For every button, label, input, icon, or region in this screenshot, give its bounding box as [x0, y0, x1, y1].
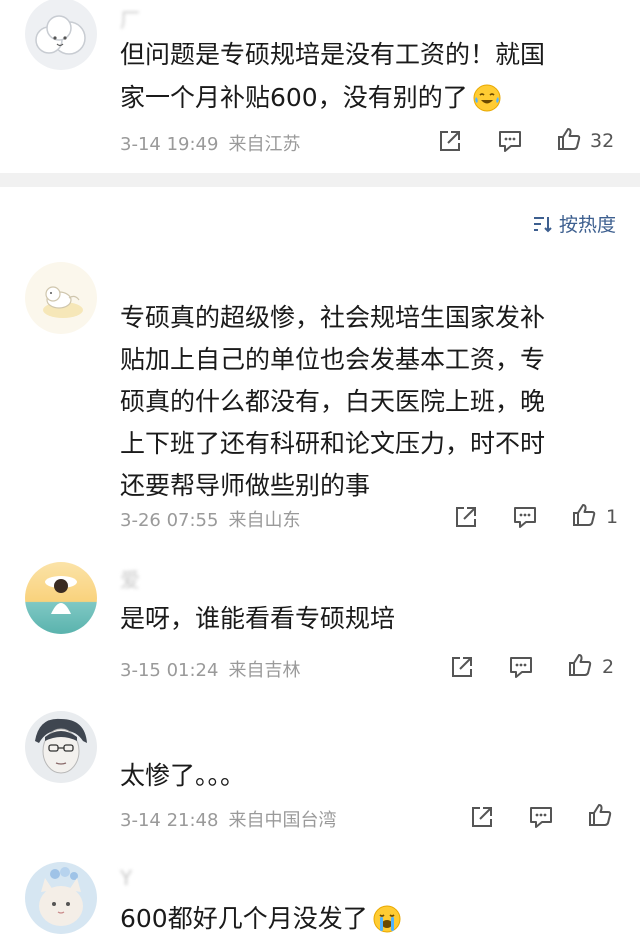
thumbs-up-icon[interactable]	[586, 801, 614, 829]
share-icon[interactable]	[448, 653, 476, 681]
comment-text-line: 还要帮导师做些别的事	[120, 471, 371, 500]
comment-text-line: 但问题是专硕规培是没有工资的！就国	[120, 40, 546, 69]
like-count: 32	[590, 130, 615, 152]
comment-icon[interactable]	[511, 503, 539, 531]
loudly-crying-emoji	[373, 905, 401, 933]
location: 来自山东	[228, 510, 301, 531]
timestamp: 3-14 21:48	[120, 810, 219, 831]
share-icon[interactable]	[468, 803, 496, 831]
comment-feed: 厂 但问题是专硕规培是没有工资的！就国 家一个月补贴600，没有别的了 3-14…	[0, 0, 640, 947]
username[interactable]: 厂	[120, 4, 140, 33]
timestamp: 3-26 07:55	[120, 510, 219, 531]
comment-text-line: 家一个月补贴600，没有别的了	[120, 76, 610, 119]
comment-text: 是呀，谁能看看专硕规培	[120, 598, 610, 640]
like-count: 1	[606, 506, 619, 528]
comment-text-line: 600都好几个月没发了	[120, 897, 610, 940]
comment-icon[interactable]	[527, 803, 555, 831]
share-icon[interactable]	[436, 127, 464, 155]
location: 来自中国台湾	[228, 810, 337, 831]
comment-text-line: 贴加上自己的单位也会发基本工资，专	[120, 345, 546, 374]
comment-text-line: 专硕真的超级惨，社会规培生国家发补	[120, 303, 546, 332]
like-count: 2	[602, 656, 615, 678]
comment-meta: 3-14 21:48 来自中国台湾	[120, 806, 336, 832]
avatar[interactable]	[25, 711, 97, 783]
comment-meta: 3-26 07:55 来自山东	[120, 506, 300, 532]
sort-label: 按热度	[558, 214, 616, 236]
comment-text: 但问题是专硕规培是没有工资的！就国 家一个月补贴600，没有别的了	[120, 34, 610, 119]
sort-icon	[533, 216, 552, 232]
comment-icon[interactable]	[507, 653, 535, 681]
comment-meta: 3-15 01:24 来自吉林	[120, 656, 300, 682]
thumbs-up-icon[interactable]	[555, 125, 583, 153]
thumbs-up-icon[interactable]	[570, 501, 598, 529]
location: 来自江苏	[228, 134, 301, 155]
avatar[interactable]	[25, 262, 97, 334]
comment-text: 专硕真的超级惨，社会规培生国家发补 贴加上自己的单位也会发基本工资，专 硕真的什…	[120, 297, 610, 507]
section-divider	[0, 173, 640, 187]
thumbs-up-icon[interactable]	[566, 651, 594, 679]
avatar[interactable]	[25, 0, 97, 70]
comment-text-line: 硕真的什么都没有，白天医院上班，晚	[120, 387, 546, 416]
location: 来自吉林	[228, 660, 301, 681]
share-icon[interactable]	[452, 503, 480, 531]
avatar[interactable]	[25, 562, 97, 634]
username[interactable]: Y	[120, 866, 132, 890]
comment-text-line: 是呀，谁能看看专硕规培	[120, 604, 396, 633]
comment-meta: 3-14 19:49 来自江苏	[120, 130, 300, 156]
comment-text-line: 太惨了。。。	[120, 761, 246, 790]
comment-text: 600都好几个月没发了	[120, 897, 610, 940]
comment-icon[interactable]	[496, 127, 524, 155]
crying-laughing-emoji	[473, 84, 501, 112]
avatar[interactable]	[25, 862, 97, 934]
username[interactable]: 爱	[120, 564, 140, 593]
timestamp: 3-15 01:24	[120, 660, 219, 681]
sort-toggle[interactable]: 按热度	[531, 210, 616, 237]
timestamp: 3-14 19:49	[120, 134, 219, 155]
comment-text: 太惨了。。。	[120, 755, 610, 797]
comment-text-line: 上下班了还有科研和论文压力，时不时	[120, 429, 546, 458]
